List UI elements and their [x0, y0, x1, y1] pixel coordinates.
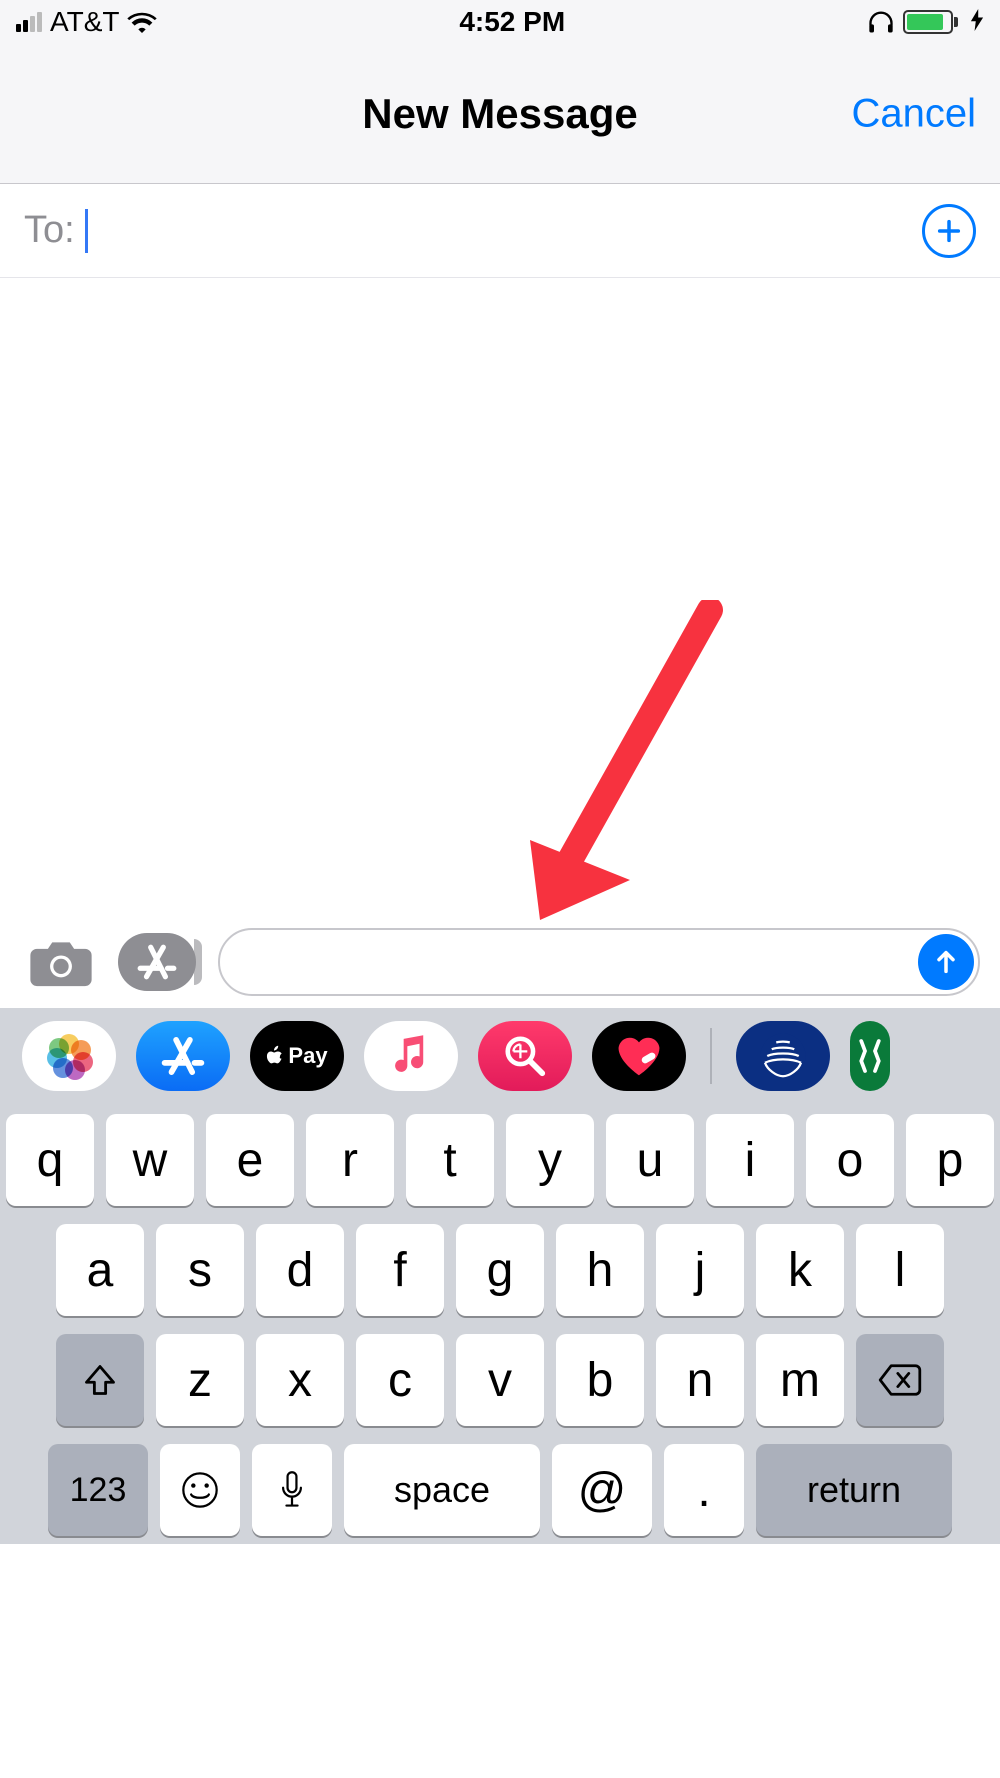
key-t[interactable]: t: [406, 1114, 494, 1206]
key-a[interactable]: a: [56, 1224, 144, 1316]
message-input-bar: [0, 918, 1000, 1008]
key-e[interactable]: e: [206, 1114, 294, 1206]
key-m[interactable]: m: [756, 1334, 844, 1426]
shift-key[interactable]: [56, 1334, 144, 1426]
key-x[interactable]: x: [256, 1334, 344, 1426]
key-z[interactable]: z: [156, 1334, 244, 1426]
key-y[interactable]: y: [506, 1114, 594, 1206]
message-text-input[interactable]: [218, 928, 980, 996]
key-l[interactable]: l: [856, 1224, 944, 1316]
status-time: 4:52 PM: [459, 6, 565, 38]
emoji-key[interactable]: [160, 1444, 240, 1536]
charging-bolt-icon: [970, 6, 984, 38]
imessage-apps-button[interactable]: [118, 933, 196, 991]
key-f[interactable]: f: [356, 1224, 444, 1316]
add-contact-button[interactable]: [922, 204, 976, 258]
page-title: New Message: [362, 90, 637, 138]
cellular-signal-icon: [16, 12, 42, 32]
key-i[interactable]: i: [706, 1114, 794, 1206]
key-o[interactable]: o: [806, 1114, 894, 1206]
apple-pay-label: Pay: [288, 1043, 327, 1069]
dictation-key[interactable]: [252, 1444, 332, 1536]
headphones-icon: [867, 10, 895, 34]
conversation-area: [0, 278, 1000, 918]
key-q[interactable]: q: [6, 1114, 94, 1206]
text-cursor: [85, 209, 88, 253]
starbucks-app-icon[interactable]: [850, 1021, 890, 1091]
united-app-icon[interactable]: [736, 1021, 830, 1091]
send-button[interactable]: [918, 934, 974, 990]
key-w[interactable]: w: [106, 1114, 194, 1206]
keyboard-row-4: 123 space @ . return: [8, 1444, 992, 1536]
camera-button[interactable]: [26, 934, 96, 990]
imessage-app-strip[interactable]: Pay: [0, 1008, 1000, 1104]
carrier-label: AT&T: [50, 6, 119, 38]
key-u[interactable]: u: [606, 1114, 694, 1206]
key-k[interactable]: k: [756, 1224, 844, 1316]
keyboard: q w e r t y u i o p a s d f g h j k l z …: [0, 1104, 1000, 1544]
key-b[interactable]: b: [556, 1334, 644, 1426]
navigation-header: New Message Cancel: [0, 44, 1000, 184]
backspace-key[interactable]: [856, 1334, 944, 1426]
app-strip-divider: [710, 1028, 712, 1084]
to-label: To:: [24, 209, 75, 252]
keyboard-row-3: z x c v b n m: [8, 1334, 992, 1426]
period-key[interactable]: .: [664, 1444, 744, 1536]
images-search-app-icon[interactable]: [478, 1021, 572, 1091]
key-j[interactable]: j: [656, 1224, 744, 1316]
music-app-icon[interactable]: [364, 1021, 458, 1091]
key-c[interactable]: c: [356, 1334, 444, 1426]
cancel-button[interactable]: Cancel: [851, 91, 976, 136]
numeric-key[interactable]: 123: [48, 1444, 148, 1536]
key-r[interactable]: r: [306, 1114, 394, 1206]
app-store-app-icon[interactable]: [136, 1021, 230, 1091]
apple-pay-app-icon[interactable]: Pay: [250, 1021, 344, 1091]
key-d[interactable]: d: [256, 1224, 344, 1316]
at-key[interactable]: @: [552, 1444, 652, 1536]
status-bar: AT&T 4:52 PM: [0, 0, 1000, 44]
key-s[interactable]: s: [156, 1224, 244, 1316]
wifi-icon: [127, 11, 157, 33]
key-v[interactable]: v: [456, 1334, 544, 1426]
battery-icon: [903, 10, 958, 34]
key-n[interactable]: n: [656, 1334, 744, 1426]
key-p[interactable]: p: [906, 1114, 994, 1206]
return-key[interactable]: return: [756, 1444, 952, 1536]
status-left: AT&T: [16, 6, 157, 38]
space-key[interactable]: space: [344, 1444, 540, 1536]
recipient-row[interactable]: To:: [0, 184, 1000, 278]
key-h[interactable]: h: [556, 1224, 644, 1316]
keyboard-row-2: a s d f g h j k l: [8, 1224, 992, 1316]
key-g[interactable]: g: [456, 1224, 544, 1316]
keyboard-row-1: q w e r t y u i o p: [8, 1114, 992, 1206]
photos-app-icon[interactable]: [22, 1021, 116, 1091]
heart-stickers-app-icon[interactable]: [592, 1021, 686, 1091]
status-right: [867, 6, 984, 38]
